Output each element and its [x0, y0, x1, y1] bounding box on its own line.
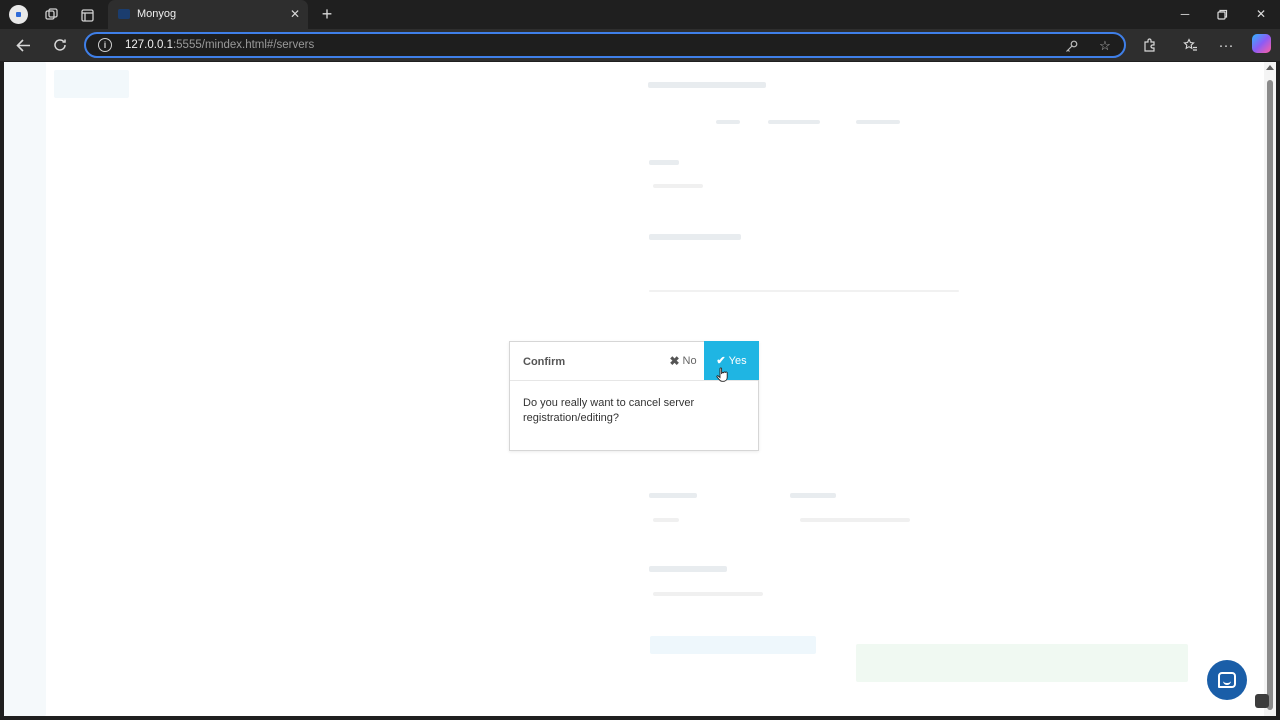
favorite-star-icon[interactable]: ☆	[1096, 37, 1114, 55]
background-form-tab	[716, 120, 740, 124]
copilot-icon[interactable]	[1252, 34, 1271, 53]
background-edit-server-heading	[648, 82, 766, 88]
close-window-icon[interactable]: ✕	[1250, 4, 1272, 24]
background-field-value	[653, 592, 763, 596]
background-field-label	[649, 493, 697, 498]
mouse-pointer-icon	[716, 367, 728, 382]
monyog-favicon-icon	[118, 9, 130, 19]
tab-title: Monyog	[137, 8, 177, 20]
yes-button[interactable]: ✔ Yes	[704, 341, 759, 380]
profile-icon[interactable]	[9, 5, 28, 24]
restore-icon[interactable]	[1211, 4, 1233, 24]
workspaces-icon[interactable]	[42, 5, 62, 25]
background-field-label	[649, 566, 727, 572]
key-icon[interactable]	[1062, 37, 1080, 55]
background-field-label	[649, 160, 679, 165]
no-button-label: No	[682, 355, 697, 367]
browser-title-bar: Monyog ✕ + ─ ✕	[0, 0, 1280, 29]
background-sidebar	[4, 62, 46, 716]
background-divider	[649, 290, 959, 292]
scroll-thumb[interactable]	[1267, 80, 1273, 710]
background-save-button	[650, 636, 816, 654]
background-notification	[856, 644, 1188, 682]
background-field-value	[653, 184, 703, 188]
background-form-tab	[768, 120, 820, 124]
dialog-message: Do you really want to cancel server regi…	[523, 397, 695, 424]
site-info-icon[interactable]: i	[98, 38, 112, 52]
url-text: 127.0.0.1:5555/mindex.html#/servers	[125, 39, 315, 51]
check-icon: ✔	[716, 355, 726, 367]
yes-button-label: Yes	[728, 354, 747, 367]
chat-icon	[1218, 672, 1236, 688]
background-form-tab	[856, 120, 900, 124]
minimize-icon[interactable]: ─	[1174, 4, 1196, 24]
close-tab-icon[interactable]: ✕	[287, 6, 303, 22]
favorites-icon[interactable]	[1179, 34, 1201, 56]
background-field-label	[790, 493, 836, 498]
background-logo	[54, 70, 129, 98]
background-field-value	[800, 518, 910, 522]
close-icon: ✖	[669, 354, 680, 368]
dialog-title: Confirm	[523, 356, 566, 368]
confirm-dialog: Confirm ✖ No ✔ Yes Do you really want to…	[509, 341, 759, 451]
no-button[interactable]: ✖ No	[662, 342, 704, 380]
back-icon[interactable]	[12, 34, 34, 56]
tab-actions-icon[interactable]	[77, 5, 97, 25]
corner-badge-icon	[1255, 694, 1269, 708]
browser-toolbar: i 127.0.0.1:5555/mindex.html#/servers ☆ …	[0, 29, 1280, 61]
scroll-up-icon[interactable]	[1266, 65, 1274, 70]
page-scrollbar[interactable]	[1264, 62, 1276, 716]
address-bar[interactable]: i 127.0.0.1:5555/mindex.html#/servers ☆	[84, 32, 1126, 58]
reload-icon[interactable]	[49, 34, 71, 56]
more-menu-icon[interactable]: ···	[1215, 34, 1237, 56]
background-field-value	[653, 518, 679, 522]
new-tab-icon[interactable]: +	[317, 4, 337, 24]
chat-widget-button[interactable]	[1207, 660, 1247, 700]
background-field-label	[649, 234, 741, 240]
tab-monyog[interactable]: Monyog ✕	[108, 0, 308, 29]
extensions-icon[interactable]	[1139, 34, 1161, 56]
